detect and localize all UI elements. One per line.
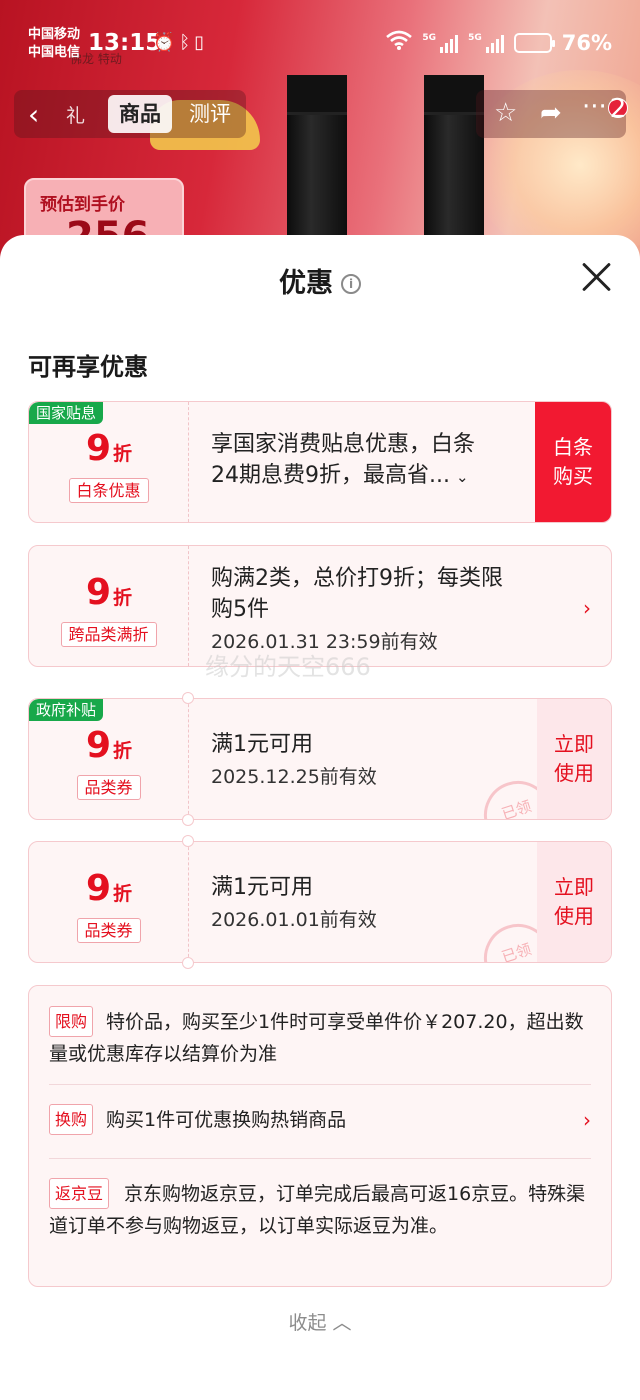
tab-goods[interactable]: 商品 bbox=[108, 95, 172, 133]
notification-badge: 2 bbox=[608, 94, 628, 124]
promotions-box: 限购 特价品，购买至少1件时可享受单件价￥207.20，超出数量或优惠库存以结算… bbox=[28, 985, 612, 1287]
coupon-left: 9折 品类券 bbox=[29, 842, 189, 962]
use-now-button[interactable]: 立即 使用 bbox=[537, 842, 611, 962]
promo-row-limited: 限购 特价品，购买至少1件时可享受单件价￥207.20，超出数量或优惠库存以结算… bbox=[49, 1006, 591, 1070]
battery-icon bbox=[513, 32, 555, 53]
collapse-button[interactable]: 收起 ︿ bbox=[0, 1308, 640, 1335]
promo-label: 返京豆 bbox=[49, 1178, 110, 1209]
chevron-up-icon: ︿ bbox=[332, 1312, 352, 1334]
signal-icon: 5G bbox=[468, 33, 504, 53]
promo-row-exchange[interactable]: 换购 购买1件可优惠换购热销商品 › bbox=[49, 1104, 591, 1136]
info-icon[interactable]: i bbox=[341, 274, 361, 294]
coupon-notch bbox=[182, 692, 194, 704]
carrier-1: 中国移动 bbox=[28, 27, 81, 42]
coupon-tag: 品类券 bbox=[76, 918, 141, 943]
sheet-title: 优惠 bbox=[279, 268, 333, 299]
favorite-star-icon[interactable]: ☆ bbox=[494, 98, 517, 128]
vibrate-icon: ▯ bbox=[194, 32, 209, 53]
section-title: 可再享优惠 bbox=[28, 353, 148, 381]
gift-label: 礼 bbox=[66, 105, 86, 127]
coupon-notch bbox=[182, 835, 194, 847]
coupon-card[interactable]: 9折 白条优惠 国家贴息 享国家消费贴息优惠，白条 24期息费9折，最高省...… bbox=[28, 401, 612, 523]
status-right: 5G 5G 76% bbox=[386, 30, 612, 55]
estimated-price-label: 预估到手价 bbox=[40, 195, 125, 215]
expand-chevron-icon[interactable]: ⌄ bbox=[456, 468, 469, 486]
coupon-notch bbox=[182, 957, 194, 969]
more-icon[interactable]: ··· bbox=[582, 92, 607, 122]
nav-right-group: ☆ ➦ ··· 2 bbox=[476, 90, 628, 138]
coupon-flag: 政府补贴 bbox=[29, 699, 104, 721]
promo-text: 京东购物返京豆，订单完成后最高可返16京豆。特殊渠道订单不参与购物返豆，以订单实… bbox=[49, 1183, 586, 1237]
coupon-notch bbox=[182, 814, 194, 826]
coupon-validity: 2025.12.25前有效 bbox=[211, 766, 377, 788]
status-icons: ⏰ᛒ▯ bbox=[153, 32, 208, 53]
coupon-tag: 跨品类满折 bbox=[60, 622, 157, 647]
wifi-icon bbox=[386, 30, 413, 55]
signal-icon: 5G bbox=[422, 33, 459, 53]
promo-text: 特价品，购买至少1件时可享受单件价￥207.20，超出数量或优惠库存以结算价为准 bbox=[49, 1011, 584, 1065]
promo-text: 购买1件可优惠换购热销商品 bbox=[106, 1109, 347, 1131]
battery-level: 76% bbox=[561, 30, 612, 55]
discount-value: 9折 bbox=[85, 428, 133, 469]
coupon-tag: 品类券 bbox=[76, 775, 141, 800]
coupon-card[interactable]: 9折 品类券 政府补贴 满1元可用 2025.12.25前有效 已领 立即 使用 bbox=[28, 698, 612, 820]
coupon-description: 满1元可用 2026.01.01前有效 bbox=[211, 875, 377, 931]
promo-label: 限购 bbox=[49, 1006, 94, 1037]
watermark: 缘分的天空666 bbox=[205, 653, 371, 681]
coupon-flag: 国家贴息 bbox=[29, 402, 104, 424]
coupon-card[interactable]: 9折 品类券 满1元可用 2026.01.01前有效 已领 立即 使用 bbox=[28, 841, 612, 963]
coupon-left: 9折 跨品类满折 bbox=[29, 546, 189, 666]
coupon-tag: 白条优惠 bbox=[68, 478, 149, 503]
status-time: 13:15 bbox=[88, 30, 162, 56]
top-nav: ‹ 礼 商品 测评 ☆ ➦ ··· 2 bbox=[14, 90, 628, 140]
nav-left-group: ‹ 礼 商品 测评 bbox=[14, 90, 246, 138]
coupon-validity: 2026.01.01前有效 bbox=[211, 909, 377, 931]
tab-review[interactable]: 测评 bbox=[178, 95, 242, 133]
carrier-2: 中国电信 bbox=[28, 45, 81, 60]
chevron-right-icon[interactable]: › bbox=[583, 1108, 591, 1132]
chevron-right-icon[interactable]: › bbox=[583, 596, 591, 620]
close-button[interactable] bbox=[580, 261, 612, 293]
alarm-icon: ⏰ bbox=[153, 32, 180, 53]
promo-row-jingdou: 返京豆 京东购物返京豆，订单完成后最高可返16京豆。特殊渠道订单不参与购物返豆，… bbox=[49, 1178, 591, 1242]
share-icon[interactable]: ➦ bbox=[540, 98, 562, 128]
coupon-description: 享国家消费贴息优惠，白条 24期息费9折，最高省... ⌄ bbox=[211, 432, 476, 488]
discount-sheet: 优惠 i 可再享优惠 9折 白条优惠 国家贴息 享国家消费贴息优惠，白条 24期息… bbox=[0, 235, 640, 1400]
discount-value: 9折 bbox=[85, 725, 133, 766]
baitiao-buy-button[interactable]: 白条 购买 bbox=[535, 402, 611, 522]
divider bbox=[49, 1084, 591, 1085]
divider bbox=[49, 1158, 591, 1159]
back-arrow-icon[interactable]: ‹ bbox=[28, 98, 39, 131]
coupon-description: 购满2类，总价打9折；每类限 购5件 2026.01.31 23:59前有效 bbox=[211, 566, 503, 653]
coupon-description: 满1元可用 2025.12.25前有效 bbox=[211, 732, 377, 788]
carrier-labels: 中国移动 中国电信 bbox=[28, 26, 80, 62]
discount-value: 9折 bbox=[85, 868, 133, 909]
use-now-button[interactable]: 立即 使用 bbox=[537, 699, 611, 819]
status-bar: 中国移动 中国电信 13:15 ⏰ᛒ▯ 5G 5G 76% bbox=[0, 0, 640, 86]
bluetooth-icon: ᛒ bbox=[179, 32, 195, 53]
sheet-header: 优惠 i bbox=[0, 261, 640, 300]
discount-value: 9折 bbox=[85, 572, 133, 613]
promo-label: 换购 bbox=[49, 1104, 94, 1135]
